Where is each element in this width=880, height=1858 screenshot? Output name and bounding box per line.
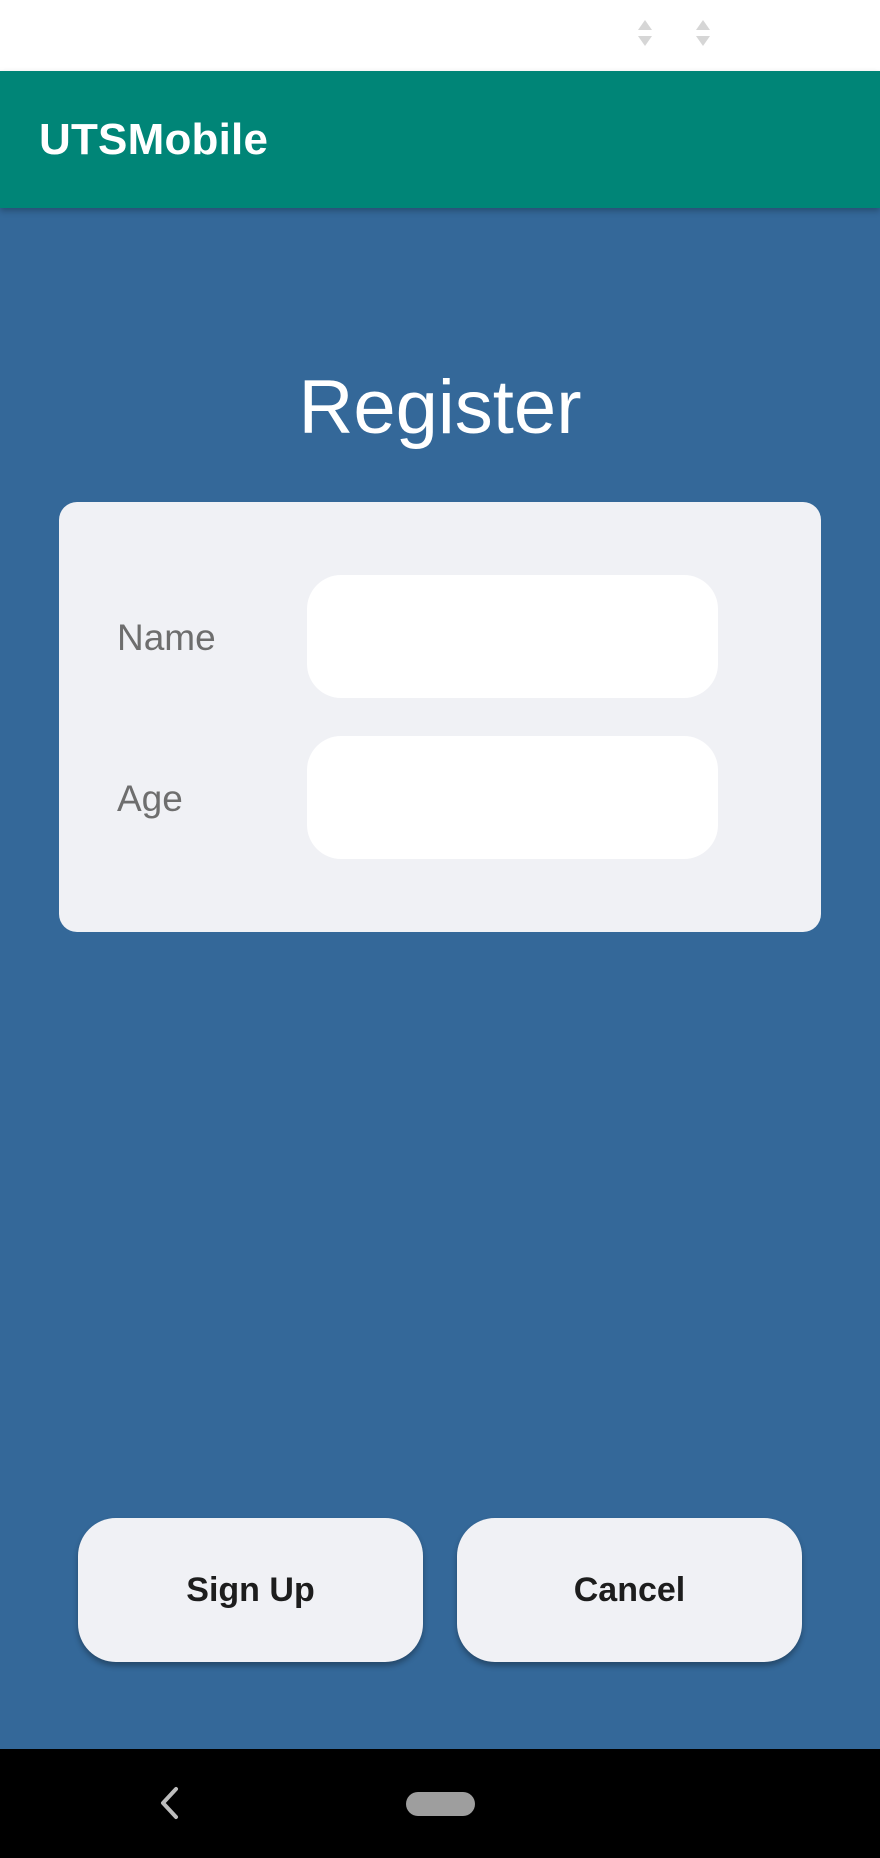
sign-up-button[interactable]: Sign Up xyxy=(78,1518,423,1662)
register-form-card: Name Age xyxy=(59,502,821,932)
cancel-button[interactable]: Cancel xyxy=(457,1518,802,1662)
name-label: Name xyxy=(117,617,216,658)
home-pill-icon[interactable] xyxy=(406,1792,475,1816)
name-input[interactable] xyxy=(307,575,718,698)
signal-arrows-icon xyxy=(696,20,710,46)
status-bar xyxy=(0,0,880,71)
app-title: UTSMobile xyxy=(39,114,269,164)
signal-arrows-icon xyxy=(638,20,652,46)
age-label: Age xyxy=(117,778,183,819)
back-icon[interactable] xyxy=(158,1785,182,1821)
age-input[interactable] xyxy=(307,736,718,859)
page-title: Register xyxy=(298,365,582,450)
app-bar: UTSMobile xyxy=(0,71,880,208)
